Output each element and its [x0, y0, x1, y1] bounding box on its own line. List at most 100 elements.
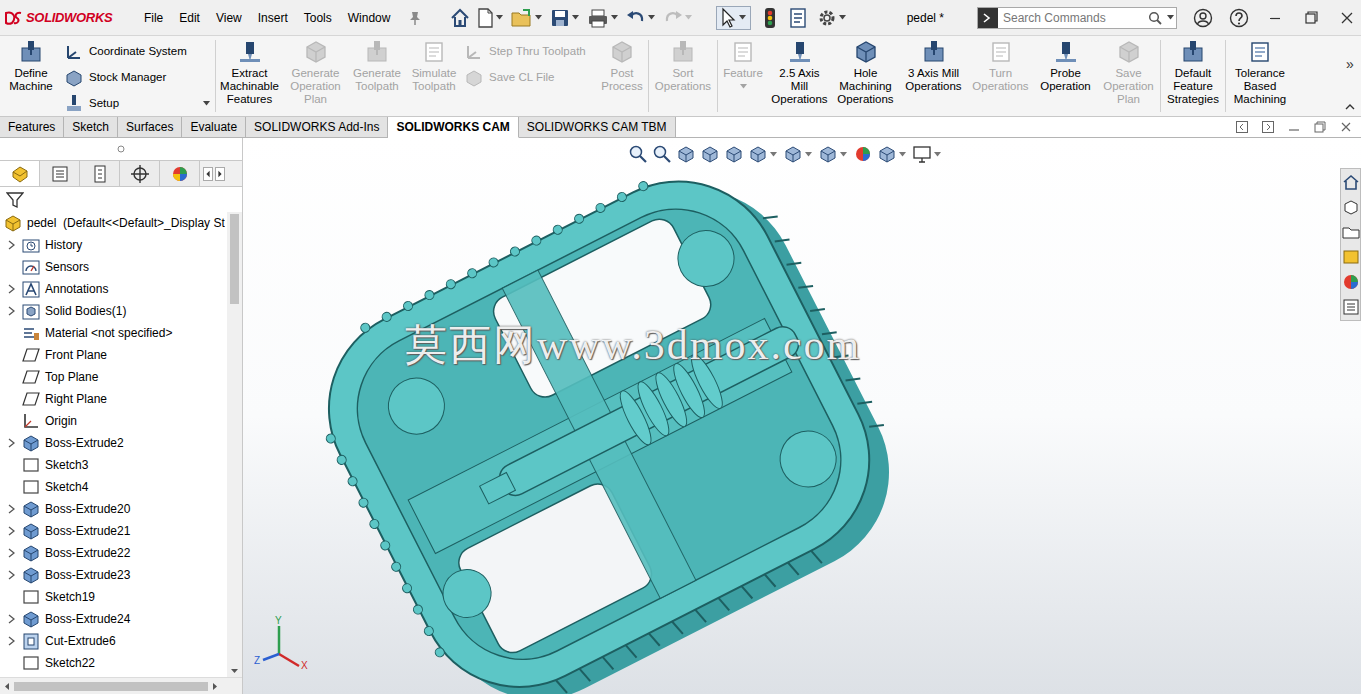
ribbon-button[interactable]: 3 Axis MillOperations — [900, 36, 967, 116]
zoom-area-icon[interactable] — [652, 144, 672, 164]
redo-icon[interactable] — [663, 8, 683, 28]
options-gear-icon[interactable] — [817, 8, 837, 28]
scene-icon[interactable] — [877, 144, 897, 164]
minimize-icon[interactable] — [1265, 8, 1285, 28]
ribbon-small-button[interactable]: Coordinate System — [65, 39, 212, 65]
ribbon-button[interactable]: ExtractMachinableFeatures — [216, 36, 283, 116]
user-account-icon[interactable] — [1193, 8, 1213, 28]
task-pane-0-icon[interactable] — [1342, 173, 1360, 191]
close-icon[interactable] — [1337, 8, 1357, 28]
ribbon-small-button[interactable]: Setup — [65, 90, 212, 116]
task-pane-2-icon[interactable] — [1342, 223, 1360, 241]
graphics-area[interactable]: 莫西网www.3dmox.comYXZ — [243, 138, 1361, 694]
save-icon[interactable] — [550, 8, 570, 28]
search-box[interactable] — [977, 7, 1177, 29]
command-tab[interactable]: Evaluate — [182, 117, 246, 138]
scroll-down-icon[interactable] — [230, 668, 239, 674]
tree-item[interactable]: Right Plane — [0, 388, 227, 410]
ribbon-button[interactable]: SortOperations — [649, 36, 717, 116]
hide-show-icon[interactable] — [818, 144, 838, 164]
tree-item[interactable]: Material <not specified> — [0, 322, 227, 344]
menu-item[interactable]: Insert — [250, 9, 296, 27]
expand-arrow-icon[interactable] — [7, 240, 15, 250]
ribbon-button[interactable]: SaveOperationPlan — [1097, 36, 1160, 116]
expand-arrow-icon[interactable] — [7, 636, 15, 646]
horizontal-scrollbar[interactable] — [0, 677, 242, 694]
command-tab[interactable]: Features — [0, 117, 64, 138]
task-pane-1-icon[interactable] — [1342, 198, 1360, 216]
task-pane-4-icon[interactable] — [1342, 273, 1360, 291]
panel-tab[interactable] — [80, 161, 120, 186]
dynamic-annotation-icon[interactable] — [724, 144, 744, 164]
caret-down-icon[interactable] — [572, 15, 579, 20]
caret-down-icon[interactable] — [805, 152, 812, 157]
select-arrow-icon[interactable] — [719, 7, 737, 29]
command-tab[interactable]: SOLIDWORKS CAM TBM — [519, 117, 676, 138]
ribbon-button[interactable]: ToleranceBasedMachining — [1226, 36, 1294, 116]
caret-down-icon[interactable] — [496, 15, 503, 20]
ribbon-small-button[interactable]: Save CL File — [465, 65, 593, 91]
tile-left-icon[interactable] — [1235, 120, 1249, 134]
scrollbar-thumb[interactable] — [230, 214, 239, 304]
expand-arrow-icon[interactable] — [7, 614, 15, 624]
undo-icon[interactable] — [626, 8, 646, 28]
doc-minimize-icon[interactable] — [1287, 120, 1301, 134]
ribbon-button[interactable]: PostProcess — [596, 36, 648, 116]
scroll-right-icon[interactable] — [215, 167, 225, 181]
caret-down-icon[interactable] — [1167, 15, 1174, 20]
file-properties-icon[interactable] — [789, 8, 807, 28]
command-tab[interactable]: Surfaces — [118, 117, 182, 138]
section-view-icon[interactable] — [700, 144, 720, 164]
caret-down-icon[interactable] — [740, 84, 747, 89]
ribbon-button[interactable]: DefaultFeatureStrategies — [1161, 36, 1225, 116]
caret-down-icon[interactable] — [535, 15, 542, 20]
ribbon-button[interactable]: ProbeOperation — [1034, 36, 1097, 116]
search-icon[interactable] — [1148, 11, 1162, 25]
tree-item[interactable]: Cut-Extrude6 — [0, 630, 227, 652]
tree-item[interactable]: Boss-Extrude21 — [0, 520, 227, 542]
expand-arrow-icon[interactable] — [7, 570, 15, 580]
caret-down-icon[interactable] — [840, 152, 847, 157]
ribbon-button[interactable]: DefineMachine — [0, 36, 62, 116]
open-folder-icon[interactable] — [511, 8, 533, 28]
tree-item[interactable]: Boss-Extrude20 — [0, 498, 227, 520]
filter-icon[interactable] — [6, 191, 24, 209]
ribbon-button[interactable]: SimulateToolpath — [406, 36, 462, 116]
task-pane-5-icon[interactable] — [1342, 298, 1360, 316]
collapse-icon[interactable] — [1345, 103, 1355, 110]
tree-item[interactable]: Origin — [0, 410, 227, 432]
search-input[interactable] — [998, 9, 1148, 27]
tree-item[interactable]: Boss-Extrude23 — [0, 564, 227, 586]
ribbon-button[interactable]: Feature — [718, 36, 768, 116]
edit-appearance-icon[interactable] — [853, 144, 873, 164]
menu-item[interactable]: File — [136, 9, 171, 27]
tree-item[interactable]: Sketch19 — [0, 586, 227, 608]
display-style-icon[interactable] — [783, 144, 803, 164]
panel-tab[interactable] — [0, 161, 40, 186]
command-tab[interactable]: SOLIDWORKS Add-Ins — [246, 117, 388, 138]
scroll-right-icon[interactable] — [212, 682, 218, 691]
caret-down-icon[interactable] — [611, 15, 618, 20]
expand-arrow-icon[interactable] — [7, 306, 15, 316]
tree-item[interactable]: Annotations — [0, 278, 227, 300]
tree-item[interactable]: Sketch4 — [0, 476, 227, 498]
maximize-icon[interactable] — [1301, 8, 1321, 28]
expand-arrow-icon[interactable] — [7, 438, 15, 448]
doc-restore-icon[interactable] — [1313, 120, 1327, 134]
caret-down-icon[interactable] — [739, 15, 746, 20]
caret-down-icon[interactable] — [934, 152, 941, 157]
view-settings-icon[interactable] — [912, 144, 932, 164]
help-icon[interactable] — [1229, 8, 1249, 28]
tree-item[interactable]: Top Plane — [0, 366, 227, 388]
ribbon-button[interactable]: TurnOperations — [967, 36, 1034, 116]
tree-root[interactable]: pedel (Default<<Default>_Display St — [0, 212, 227, 234]
tree-item[interactable]: Solid Bodies(1) — [0, 300, 227, 322]
panel-tab[interactable] — [40, 161, 80, 186]
tree-item[interactable]: Boss-Extrude22 — [0, 542, 227, 564]
ribbon-button[interactable]: HoleMachiningOperations — [831, 36, 900, 116]
previous-view-icon[interactable] — [676, 144, 696, 164]
more-commands[interactable]: » — [1346, 54, 1354, 75]
tree-item[interactable]: Sketch3 — [0, 454, 227, 476]
pin-icon[interactable] — [408, 11, 422, 25]
panel-tab[interactable] — [120, 161, 160, 186]
